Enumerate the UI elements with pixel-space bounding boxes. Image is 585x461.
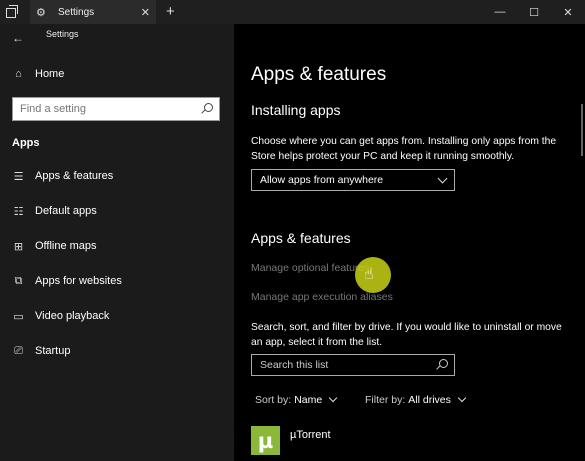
chevron-down-icon — [437, 173, 448, 183]
sidebar-item-home[interactable]: ⌂ Home — [12, 68, 64, 80]
title-bar: ⚙ Settings ✕ + — ☐ ✕ — [0, 0, 585, 24]
tab-close-icon[interactable]: ✕ — [141, 6, 150, 19]
apps-features-icon: ☰ — [13, 170, 24, 183]
sidebar-item-label: Apps for websites — [35, 275, 122, 287]
sidebar-title: Settings — [46, 29, 79, 39]
home-icon: ⌂ — [15, 68, 22, 80]
tab-manager-icon[interactable] — [6, 5, 18, 18]
filter-by-label: Filter by: — [365, 394, 406, 406]
sidebar-item-label: Default apps — [35, 205, 97, 217]
close-window-icon[interactable]: ✕ — [551, 0, 585, 24]
sidebar-item-apps-for-websites[interactable]: ⧉ Apps for websites — [12, 274, 122, 288]
manage-optional-features-link[interactable]: Manage optional features — [251, 262, 370, 274]
search-icon[interactable] — [199, 101, 215, 117]
main-content: Apps & features Installing apps Choose w… — [234, 24, 585, 461]
utorrent-app-icon: µ — [251, 426, 280, 455]
filter-by-dropdown[interactable]: Filter by: All drives — [365, 393, 467, 406]
installing-apps-description: Choose where you can get apps from. Inst… — [251, 136, 557, 162]
maximize-icon[interactable]: ☐ — [517, 0, 551, 24]
sidebar-item-label: Apps & features — [35, 170, 114, 182]
tab-title: Settings — [58, 6, 95, 18]
sort-by-label: Sort by: — [255, 394, 292, 406]
filter-by-value: All drives — [408, 394, 451, 406]
new-tab-icon[interactable]: + — [166, 0, 175, 24]
search-list-placeholder: Search this list — [260, 359, 329, 371]
find-setting-input[interactable]: Find a setting — [12, 97, 220, 121]
installing-apps-heading: Installing apps — [251, 102, 341, 118]
tab-strip: ⚙ Settings ✕ + — [0, 0, 175, 24]
sidebar-item-apps-features[interactable]: ☰ Apps & features — [12, 170, 114, 183]
default-apps-icon: ☷ — [13, 205, 24, 218]
page-title: Apps & features — [251, 64, 387, 85]
tab-settings[interactable]: ⚙ Settings ✕ — [30, 0, 156, 24]
search-sort-description: Search, sort, and filter by drive. If yo… — [251, 322, 562, 348]
gear-icon: ⚙ — [36, 6, 46, 19]
app-list-item[interactable]: µ µTorrent — [251, 426, 331, 455]
hand-cursor-icon: ☝ — [364, 266, 374, 283]
sidebar: ← Settings ⌂ Home Find a setting Apps ☰ … — [0, 24, 234, 461]
window-controls: — ☐ ✕ — [483, 0, 585, 24]
app-name: µTorrent — [290, 428, 331, 441]
sidebar-item-video-playback[interactable]: ▭ Video playback — [12, 310, 110, 323]
install-source-dropdown[interactable]: Allow apps from anywhere — [251, 169, 455, 191]
search-placeholder: Find a setting — [20, 103, 87, 115]
scrollbar[interactable] — [581, 104, 583, 156]
sidebar-item-label: Home — [35, 68, 65, 80]
sort-by-dropdown[interactable]: Sort by: Name — [255, 393, 338, 406]
chevron-down-icon — [457, 393, 467, 403]
minimize-icon[interactable]: — — [483, 0, 517, 24]
sidebar-item-label: Startup — [35, 345, 71, 357]
sort-by-value: Name — [294, 394, 323, 406]
sidebar-item-label: Video playback — [35, 310, 110, 322]
back-button[interactable]: ← — [12, 28, 24, 48]
video-icon: ▭ — [13, 310, 24, 323]
startup-icon: ⎚ — [14, 344, 23, 357]
back-arrow-icon: ← — [12, 31, 24, 45]
chevron-down-icon — [328, 393, 338, 403]
sidebar-item-default-apps[interactable]: ☷ Default apps — [12, 205, 97, 218]
app-icon-letter: µ — [257, 428, 274, 453]
search-icon[interactable] — [434, 358, 448, 372]
sidebar-item-startup[interactable]: ⎚ Startup — [12, 344, 71, 358]
section-title-apps: Apps — [12, 137, 40, 149]
sidebar-item-offline-maps[interactable]: ⊞ Offline maps — [12, 240, 97, 253]
map-icon: ⊞ — [13, 240, 24, 253]
dropdown-value: Allow apps from anywhere — [260, 174, 384, 186]
search-list-input[interactable]: Search this list — [251, 354, 455, 376]
sidebar-item-label: Offline maps — [35, 240, 97, 252]
apps-features-heading: Apps & features — [251, 230, 351, 246]
website-icon: ⧉ — [14, 274, 23, 287]
